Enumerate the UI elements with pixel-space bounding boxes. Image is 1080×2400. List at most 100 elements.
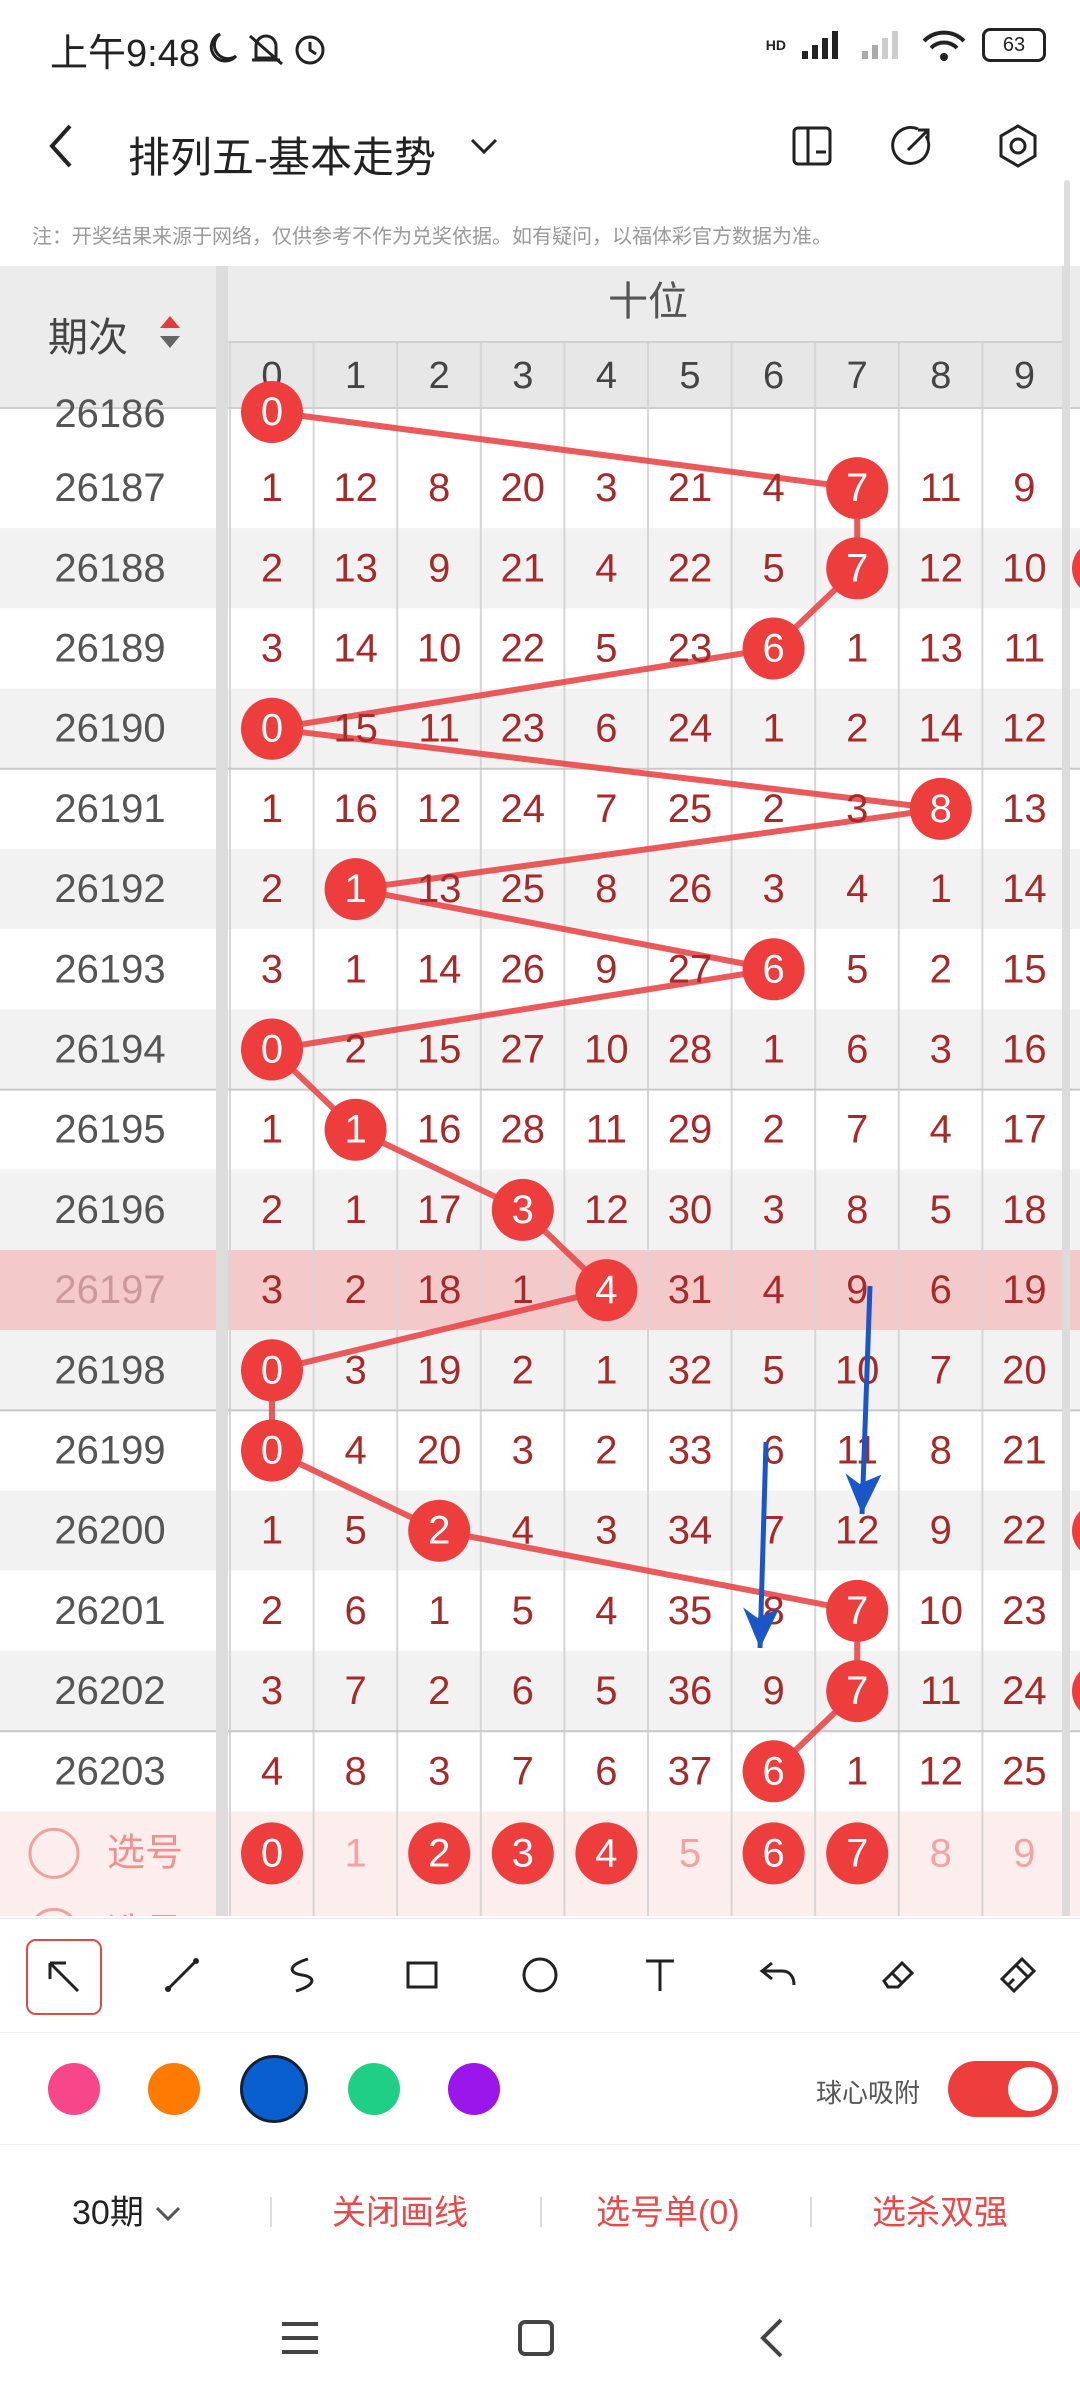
omission-value: 22 — [1002, 1509, 1047, 1553]
pick-ball-number: 5 — [679, 1831, 701, 1875]
close-lines-button[interactable]: 关闭画线 — [332, 2185, 468, 2234]
omission-value: 18 — [417, 1268, 462, 1312]
undo-button[interactable] — [742, 1939, 814, 2011]
omission-value: 10 — [919, 1589, 964, 1633]
period-label: 26187 — [54, 466, 165, 510]
omission-value: 6 — [512, 1669, 534, 1713]
pick-list-button[interactable]: 选号单(0) — [596, 2185, 740, 2234]
bottom-action-bar: 30期 关闭画线 选号单(0) 选杀双强 — [0, 2144, 1080, 2275]
omission-value: 8 — [930, 1429, 952, 1473]
omission-value: 32 — [668, 1348, 713, 1392]
omission-value: 9 — [762, 1669, 784, 1713]
omission-value: 3 — [261, 947, 283, 991]
omission-value: 1 — [261, 1509, 283, 1553]
omission-value: 3 — [512, 1429, 534, 1473]
omission-value: 12 — [919, 1749, 964, 1793]
hit-ball-number: 0 — [261, 390, 283, 434]
omission-value: 3 — [930, 1028, 952, 1072]
omission-value: 10 — [1002, 546, 1047, 590]
double-strong-button[interactable]: 选杀双强 — [872, 2185, 1008, 2234]
rectangle-tool-icon — [406, 1961, 438, 1989]
omission-value: 13 — [333, 546, 378, 590]
hit-ball-number: 2 — [428, 1509, 450, 1553]
omission-value: 11 — [920, 466, 962, 510]
color-swatch-orange[interactable] — [148, 2063, 200, 2115]
curve-tool-button[interactable] — [266, 1939, 338, 2011]
omission-value: 3 — [846, 787, 868, 831]
omission-value: 17 — [1002, 1108, 1047, 1152]
period-label: 26195 — [54, 1108, 165, 1152]
omission-value: 11 — [920, 1669, 962, 1713]
omission-value: 6 — [930, 1268, 952, 1312]
omission-value: 16 — [417, 1108, 462, 1152]
omission-value: 1 — [428, 1589, 450, 1633]
omission-value: 18 — [1002, 1188, 1047, 1232]
period-label: 26192 — [54, 867, 165, 911]
arrow-tool-button[interactable] — [26, 1939, 102, 2015]
period-label: 26197 — [54, 1268, 165, 1312]
omission-value: 4 — [261, 1749, 283, 1793]
omission-value: 19 — [417, 1348, 462, 1392]
wifi-icon — [922, 30, 966, 61]
omission-value: 17 — [417, 1188, 462, 1232]
chevron-down-icon[interactable] — [466, 134, 502, 158]
omission-value: 8 — [595, 867, 617, 911]
omission-value: 12 — [835, 1509, 880, 1553]
omission-value: 33 — [668, 1429, 713, 1473]
partial-period-label: 26186 — [54, 392, 165, 436]
divider — [810, 2197, 812, 2227]
omission-value: 2 — [428, 1669, 450, 1713]
line-tool-button[interactable] — [146, 1939, 218, 2011]
omission-value: 25 — [1002, 1749, 1047, 1793]
omission-value: 12 — [919, 546, 964, 590]
omission-value: 23 — [1002, 1589, 1047, 1633]
omission-value: 1 — [846, 627, 868, 671]
period-label: 26193 — [54, 947, 165, 991]
page-title[interactable]: 排列五-基本走势 — [128, 124, 436, 185]
omission-value: 2 — [512, 1348, 534, 1392]
battery-icon: 63 — [982, 28, 1046, 62]
home-button[interactable] — [506, 2314, 566, 2362]
omission-value: 5 — [344, 1509, 366, 1553]
layout-icon[interactable] — [788, 122, 836, 170]
omission-value: 12 — [417, 787, 462, 831]
omission-value: 1 — [261, 787, 283, 831]
clear-button[interactable] — [982, 1939, 1054, 2011]
trend-chart[interactable]: 期次十位0 1 2 3 4 5 6 7 8 92618626187 1 12 8 20 3 21 4 7 11 926… — [0, 266, 1080, 1916]
snap-toggle[interactable] — [948, 2061, 1058, 2117]
text-tool-button[interactable] — [624, 1939, 696, 2011]
share-icon[interactable] — [888, 122, 936, 170]
period-label: 26199 — [54, 1429, 165, 1473]
color-swatch-purple[interactable] — [448, 2063, 500, 2115]
omission-value: 4 — [344, 1429, 366, 1473]
hit-ball-number: 8 — [930, 787, 952, 831]
omission-value: 2 — [344, 1268, 366, 1312]
back-nav-button[interactable] — [742, 2314, 802, 2362]
omission-value: 29 — [668, 1108, 713, 1152]
color-swatch-pink[interactable] — [48, 2063, 100, 2115]
color-swatch-blue[interactable] — [240, 2055, 308, 2123]
omission-value: 11 — [586, 1108, 628, 1152]
color-swatch-green[interactable] — [348, 2063, 400, 2115]
pick-ball-number: 0 — [261, 1831, 283, 1875]
omission-value: 9 — [428, 546, 450, 590]
pick-ball-number: 2 — [428, 1831, 450, 1875]
back-icon[interactable] — [42, 120, 82, 172]
omission-value: 1 — [261, 466, 283, 510]
circle-tool-button[interactable] — [504, 1939, 576, 2011]
rectangle-tool-button[interactable] — [386, 1939, 458, 2011]
omission-value: 24 — [668, 707, 713, 751]
settings-icon[interactable] — [994, 122, 1042, 170]
omission-value: 1 — [930, 867, 952, 911]
omission-value: 1 — [595, 1348, 617, 1392]
period-select[interactable]: 30期 — [72, 2185, 183, 2234]
eraser-button[interactable] — [862, 1939, 934, 2011]
menu-button[interactable] — [270, 2314, 330, 2362]
omission-value: 4 — [595, 1589, 617, 1633]
omission-value: 31 — [668, 1268, 713, 1312]
pick-ball-number: 8 — [930, 1831, 952, 1875]
trend-grid[interactable]: 期次 十位 0 1 2 3 4 5 6 7 8 9 26186 26187 1 12 8 20 3 21 4 7 11 9 26… — [0, 266, 1080, 1916]
omission-value: 21 — [668, 466, 713, 510]
omission-value: 14 — [333, 627, 378, 671]
chevron-down-icon — [156, 2206, 181, 2222]
